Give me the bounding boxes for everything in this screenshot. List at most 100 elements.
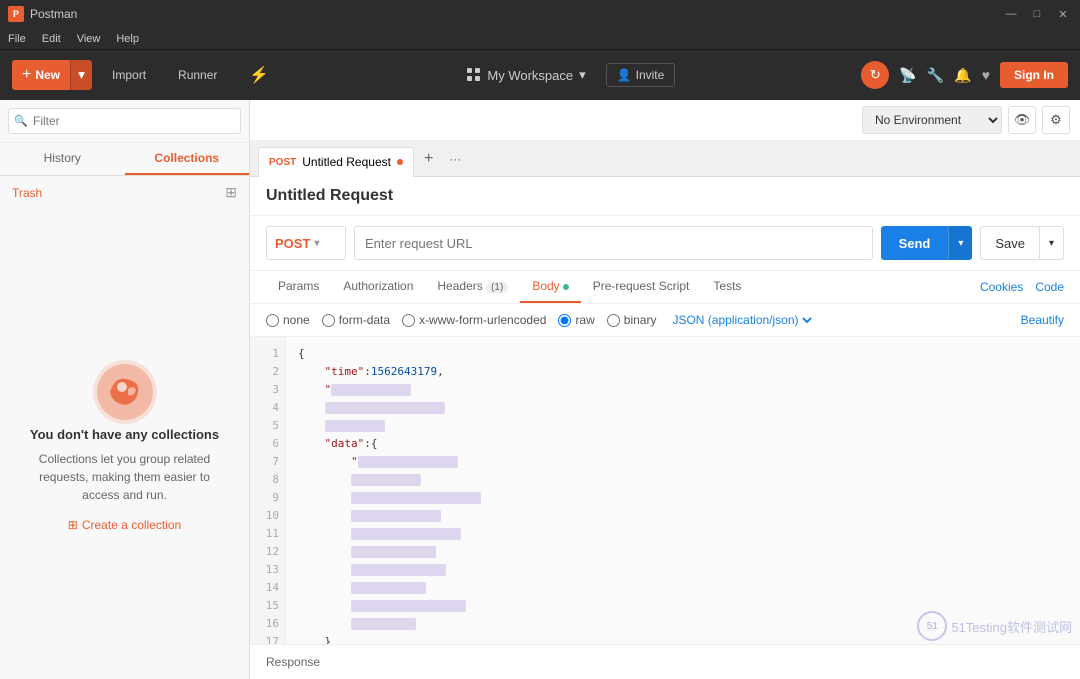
- binary-label: binary: [624, 313, 657, 327]
- none-label: none: [283, 313, 310, 327]
- code-line-16: [298, 615, 1068, 633]
- request-tabs: Params Authorization Headers (1) Body Pr…: [250, 271, 1080, 304]
- save-button[interactable]: Save: [980, 226, 1040, 260]
- plus-icon: +: [22, 66, 31, 84]
- menu-help[interactable]: Help: [116, 33, 139, 45]
- bell-icon[interactable]: 🔔: [954, 67, 971, 84]
- code-line-15: [298, 597, 1068, 615]
- code-line-4: [298, 399, 1068, 417]
- send-button-group: Send ▾: [881, 226, 973, 260]
- method-select[interactable]: POST ▾: [266, 226, 346, 260]
- settings-button[interactable]: ⚙: [1042, 106, 1070, 134]
- environment-select[interactable]: No Environment: [862, 106, 1002, 134]
- runner-button[interactable]: Runner: [166, 60, 229, 90]
- code-line-5: [298, 417, 1068, 435]
- tab-actions: Cookies Code: [980, 280, 1064, 294]
- titlebar-controls[interactable]: — □ ✕: [1002, 8, 1072, 21]
- collections-tab[interactable]: Collections: [125, 143, 250, 175]
- request-area: No Environment 👁 ⚙ POST Untitled Request…: [250, 100, 1080, 679]
- code-content[interactable]: { "time":1562643179, " "data":{ ": [286, 337, 1080, 644]
- search-input[interactable]: [8, 108, 241, 134]
- eye-button[interactable]: 👁: [1008, 106, 1036, 134]
- menu-edit[interactable]: Edit: [42, 33, 61, 45]
- body-options: none form-data x-www-form-urlencoded raw…: [250, 304, 1080, 337]
- sync-button[interactable]: ↻: [861, 61, 889, 89]
- authorization-tab[interactable]: Authorization: [331, 271, 425, 303]
- binary-option[interactable]: binary: [607, 313, 657, 327]
- body-tab[interactable]: Body: [520, 271, 580, 303]
- raw-radio[interactable]: [558, 314, 571, 327]
- close-button[interactable]: ✕: [1054, 8, 1072, 21]
- wrench-icon[interactable]: 🔧: [927, 67, 944, 84]
- form-data-radio[interactable]: [322, 314, 335, 327]
- beautify-button[interactable]: Beautify: [1021, 313, 1064, 327]
- import-button[interactable]: Import: [100, 60, 158, 90]
- send-button[interactable]: Send: [881, 226, 949, 260]
- tests-tab[interactable]: Tests: [701, 271, 753, 303]
- satellite-icon[interactable]: 📡: [899, 67, 916, 84]
- code-line-6: "data":{: [298, 435, 1068, 453]
- maximize-button[interactable]: □: [1028, 8, 1046, 21]
- urlencoded-option[interactable]: x-www-form-urlencoded: [402, 313, 546, 327]
- request-header: Untitled Request: [250, 177, 1080, 216]
- code-line-3: ": [298, 381, 1068, 399]
- params-tab[interactable]: Params: [266, 271, 331, 303]
- menu-view[interactable]: View: [77, 33, 101, 45]
- history-tab[interactable]: History: [0, 143, 125, 175]
- add-tab-button[interactable]: +: [416, 146, 441, 172]
- create-collection-button[interactable]: ⊞ Create a collection: [68, 518, 181, 532]
- new-button-group[interactable]: + New ▾: [12, 60, 92, 90]
- trash-label[interactable]: Trash: [12, 186, 42, 200]
- main-content: 🔍 History Collections Trash ⊞: [0, 100, 1080, 679]
- code-line-8: [298, 471, 1068, 489]
- none-radio[interactable]: [266, 314, 279, 327]
- code-line-1: {: [298, 345, 1068, 363]
- search-icon: 🔍: [14, 115, 28, 128]
- titlebar: P Postman — □ ✕: [0, 0, 1080, 28]
- binary-radio[interactable]: [607, 314, 620, 327]
- cookies-link[interactable]: Cookies: [980, 280, 1023, 294]
- more-tabs-button[interactable]: ···: [443, 148, 467, 170]
- none-option[interactable]: none: [266, 313, 310, 327]
- workspace-chevron-icon: ▾: [579, 67, 586, 83]
- extra-button[interactable]: ⚡: [237, 60, 281, 90]
- new-dropdown-button[interactable]: ▾: [70, 60, 92, 90]
- empty-desc: Collections let you group related reques…: [20, 450, 229, 504]
- method-chevron-icon: ▾: [314, 238, 319, 249]
- workspace-label: My Workspace: [487, 68, 573, 83]
- invite-button[interactable]: 👤 Invite: [606, 63, 676, 87]
- workspace-button[interactable]: My Workspace ▾: [467, 67, 585, 83]
- sync-icon: ↻: [870, 67, 881, 83]
- toolbar-center: My Workspace ▾ 👤 Invite: [289, 63, 853, 87]
- url-input[interactable]: [354, 226, 873, 260]
- code-line-10: [298, 507, 1068, 525]
- raw-option[interactable]: raw: [558, 313, 594, 327]
- new-collection-icon[interactable]: ⊞: [225, 184, 237, 201]
- new-button[interactable]: + New: [12, 60, 70, 90]
- sidebar-search-area: 🔍: [0, 100, 249, 143]
- urlencoded-radio[interactable]: [402, 314, 415, 327]
- json-type-select[interactable]: JSON (application/json): [668, 312, 815, 328]
- send-dropdown-button[interactable]: ▾: [948, 226, 972, 260]
- headers-tab[interactable]: Headers (1): [425, 271, 520, 303]
- tab-method-badge: POST: [269, 157, 296, 168]
- heart-icon[interactable]: ♥: [982, 67, 990, 83]
- save-dropdown-button[interactable]: ▾: [1040, 226, 1064, 260]
- headers-badge: (1): [486, 282, 508, 293]
- line-numbers: 12345 678910 1112131415 161718: [250, 337, 286, 644]
- response-bar: Response: [250, 644, 1080, 679]
- code-editor[interactable]: 12345 678910 1112131415 161718 { "time":…: [250, 337, 1080, 644]
- minimize-button[interactable]: —: [1002, 8, 1020, 21]
- menu-file[interactable]: File: [8, 33, 26, 45]
- prerequest-tab[interactable]: Pre-request Script: [581, 271, 702, 303]
- request-tab-bar: POST Untitled Request + ···: [250, 141, 1080, 177]
- request-tab[interactable]: POST Untitled Request: [258, 147, 414, 177]
- workspace-grid-icon: [467, 68, 481, 82]
- method-label: POST: [275, 236, 310, 251]
- request-title: Untitled Request: [266, 187, 393, 204]
- signin-button[interactable]: Sign In: [1000, 62, 1068, 88]
- code-link[interactable]: Code: [1035, 280, 1064, 294]
- code-line-14: [298, 579, 1068, 597]
- form-data-option[interactable]: form-data: [322, 313, 390, 327]
- toolbar: + New ▾ Import Runner ⚡ My Workspace ▾ 👤: [0, 50, 1080, 100]
